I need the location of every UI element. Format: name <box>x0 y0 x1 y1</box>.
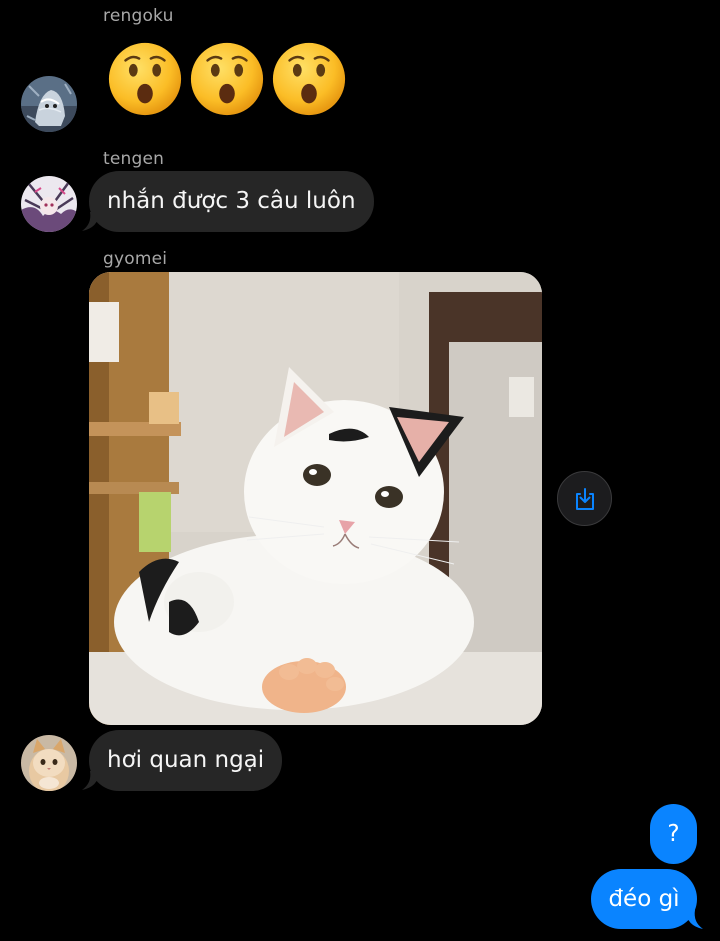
emoji-message[interactable] <box>106 40 348 118</box>
bubble-tail <box>685 910 703 929</box>
sender-name-gyomei: gyomei <box>103 249 168 269</box>
astonished-face-emoji <box>108 42 182 116</box>
message-bubble-outgoing[interactable]: ? <box>650 804 697 864</box>
message-bubble-incoming[interactable]: hơi quan ngại <box>89 730 283 791</box>
astonished-face-emoji <box>272 42 346 116</box>
astonished-face-emoji <box>190 42 264 116</box>
avatar-gyomei[interactable] <box>21 735 77 791</box>
save-to-device-icon <box>575 487 594 510</box>
sender-name-rengoku: rengoku <box>103 6 174 26</box>
bubble-tail <box>82 212 100 231</box>
sender-name-tengen: tengen <box>103 149 165 169</box>
message-bubble-outgoing[interactable]: đéo gì <box>591 869 697 929</box>
shared-photo-cat[interactable] <box>89 272 542 725</box>
bubble-tail <box>82 771 100 790</box>
save-photo-button[interactable] <box>557 471 612 526</box>
avatar-tengen[interactable] <box>21 176 77 232</box>
avatar-rengoku[interactable] <box>21 76 77 132</box>
message-bubble-incoming[interactable]: nhắn được 3 câu luôn <box>89 171 374 232</box>
